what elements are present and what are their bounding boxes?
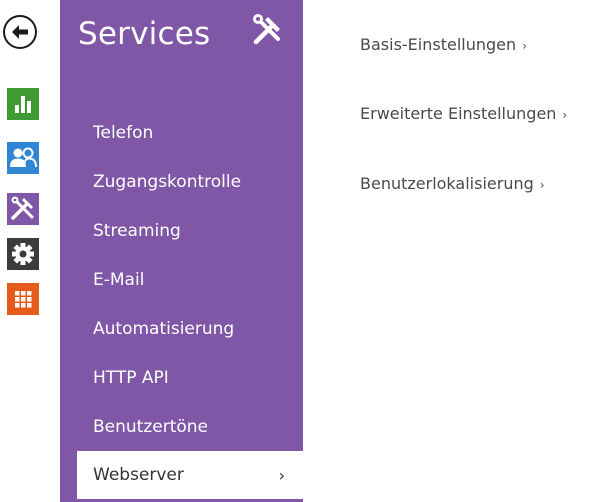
link-label: Basis-Einstellungen [360,35,517,54]
arrow-left-icon [12,25,28,39]
menu-item-http-api[interactable]: HTTP API [60,353,303,402]
hammer-wrench-icon [253,14,280,45]
tools-icon [7,193,39,225]
chevron-right-icon: › [522,39,527,53]
menu-item-zugangskontrolle[interactable]: Zugangskontrolle [60,157,303,206]
nav-services-button[interactable] [7,193,39,225]
services-menu: Telefon Zugangskontrolle Streaming E-Mai… [60,108,303,499]
panel-title: Services [78,16,211,52]
page: Services Telefon Zugangskontrolle Stream… [0,0,610,502]
link-erweiterte-einstellungen[interactable]: Erweiterte Einstellungen › [360,104,567,123]
menu-item-label: Automatisierung [93,318,235,339]
link-basis-einstellungen[interactable]: Basis-Einstellungen › [360,35,527,54]
menu-item-label: Telefon [93,122,154,143]
chevron-right-icon: › [539,178,545,192]
nav-settings-button[interactable] [7,238,39,270]
nav-apps-button[interactable] [7,283,39,315]
menu-item-label: HTTP API [93,367,169,388]
nav-status-button[interactable] [7,88,39,120]
menu-item-automatisierung[interactable]: Automatisierung [60,304,303,353]
menu-item-streaming[interactable]: Streaming [60,206,303,255]
menu-item-label: Benutzertöne [93,416,209,437]
link-label: Benutzerlokalisierung [360,174,534,193]
grid-icon [7,283,39,315]
menu-item-label: E-Mail [93,269,145,290]
menu-item-webserver[interactable]: Webserver › [77,451,303,499]
chevron-right-icon: › [278,465,285,485]
chevron-right-icon: › [562,108,568,122]
services-panel: Services Telefon Zugangskontrolle Stream… [60,0,303,502]
gear-icon [7,238,39,270]
menu-item-label: Webserver [93,465,184,485]
menu-item-benutzertoene[interactable]: Benutzertöne [60,402,303,451]
users-icon [7,142,39,174]
bar-chart-icon [7,88,39,120]
back-button[interactable] [3,15,37,49]
link-benutzerlokalisierung[interactable]: Benutzerlokalisierung › [360,174,545,193]
menu-item-label: Streaming [93,220,181,241]
menu-item-label: Zugangskontrolle [93,171,242,192]
link-label: Erweiterte Einstellungen [360,104,557,123]
nav-users-button[interactable] [7,142,39,174]
menu-item-email[interactable]: E-Mail [60,255,303,304]
menu-item-telefon[interactable]: Telefon [60,108,303,157]
